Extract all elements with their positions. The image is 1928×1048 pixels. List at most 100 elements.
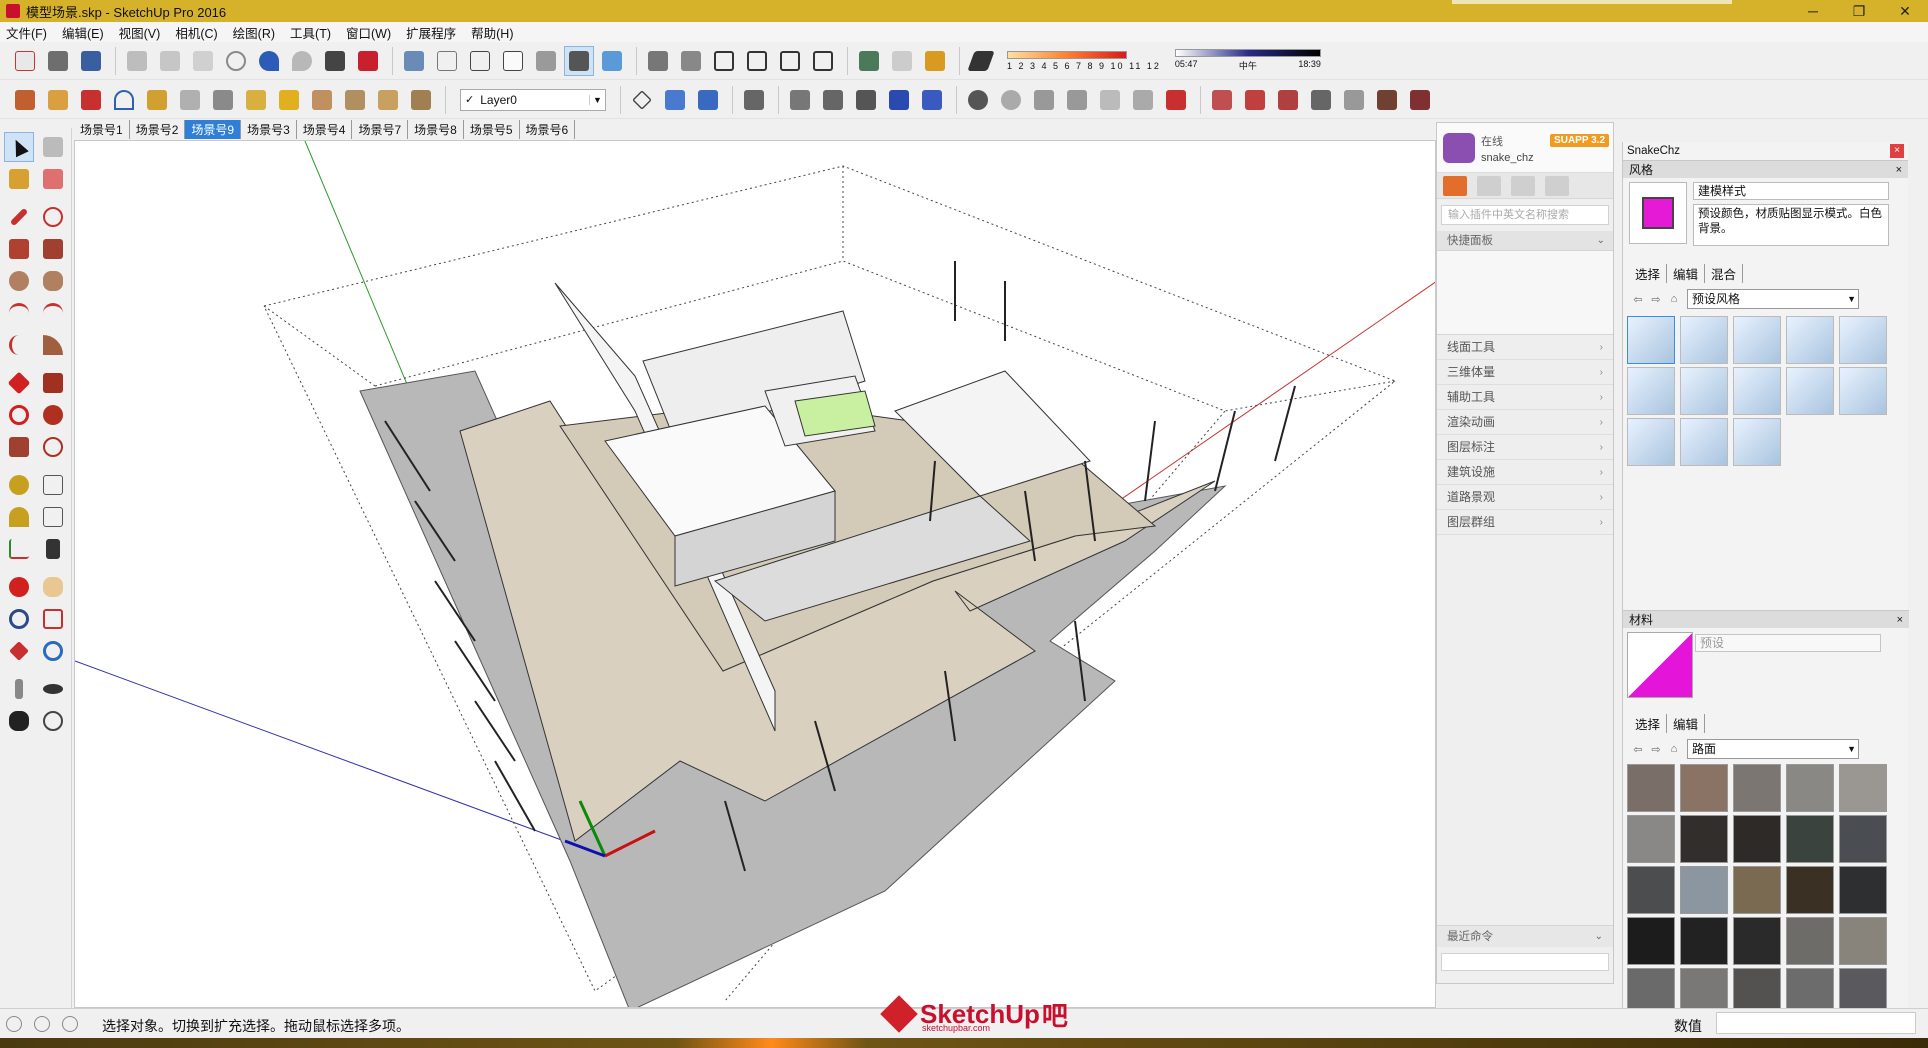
ext-tool-11[interactable] [340, 85, 370, 115]
sandbox-3-button[interactable] [1029, 85, 1059, 115]
shadow-toggle-button[interactable] [966, 46, 996, 76]
ext-tool-16[interactable] [1273, 85, 1303, 115]
xray-button[interactable] [399, 46, 429, 76]
recent-commands[interactable]: 最近命令 ⌄ [1437, 925, 1613, 947]
zoom-window-tool[interactable] [38, 604, 68, 634]
close-icon[interactable]: × [1890, 144, 1904, 158]
measurements-input[interactable] [1716, 1012, 1916, 1034]
style-swatch[interactable] [1839, 316, 1887, 364]
material-swatch[interactable] [1733, 815, 1781, 863]
menu-help[interactable]: 帮助(H) [471, 23, 513, 42]
model-canvas[interactable] [75, 141, 1436, 1008]
plugin-search-input[interactable]: 输入插件中英文名称搜索 [1441, 205, 1609, 225]
tab-styles-select[interactable]: 选择 [1629, 264, 1668, 283]
ext-tool-2[interactable] [43, 85, 73, 115]
paste-button[interactable] [188, 46, 218, 76]
style-description-field[interactable]: 预设颜色，材质贴图显示模式。白色背景。 [1693, 204, 1889, 246]
ext-tool-15[interactable] [1240, 85, 1270, 115]
shadow-month-slider[interactable]: 1 2 3 4 5 6 7 8 9 10 11 12 [1007, 50, 1161, 71]
push-pull-tool[interactable] [38, 368, 68, 398]
move-tool[interactable] [4, 368, 34, 398]
front-view-button[interactable] [709, 46, 739, 76]
dimension-tool[interactable] [38, 470, 68, 500]
get-models-button[interactable] [920, 46, 950, 76]
rectangle-tool[interactable] [4, 234, 34, 264]
freehand-tool[interactable] [38, 202, 68, 232]
close-button[interactable]: ✕ [1882, 0, 1928, 22]
tape-measure-tool[interactable] [4, 470, 34, 500]
ext-tool-6[interactable] [175, 85, 205, 115]
geo-location-icon[interactable] [6, 1016, 22, 1032]
home-icon[interactable] [1443, 175, 1467, 196]
select-tool[interactable] [4, 132, 34, 162]
material-swatch[interactable] [1733, 866, 1781, 914]
material-swatch[interactable] [1839, 815, 1887, 863]
ext-tool-12[interactable] [373, 85, 403, 115]
eraser-tool[interactable] [38, 164, 68, 194]
sandbox-7-button[interactable] [1161, 85, 1191, 115]
tab-scene-4[interactable]: 场景号4 [297, 119, 353, 139]
category-3d-mass[interactable]: 三维体量 › [1437, 360, 1613, 385]
position-camera-tool[interactable] [4, 674, 34, 704]
material-swatch[interactable] [1627, 917, 1675, 965]
menu-extensions[interactable]: 扩展程序 [406, 23, 456, 42]
wireframe-button[interactable] [465, 46, 495, 76]
material-swatch[interactable] [1680, 764, 1728, 812]
pan-tool[interactable] [38, 572, 68, 602]
tab-scene-8[interactable]: 场景号8 [408, 119, 464, 139]
material-swatch[interactable] [1733, 764, 1781, 812]
display-section-cuts-button[interactable] [693, 85, 723, 115]
polygon-tool[interactable] [38, 266, 68, 296]
forward-arrow-icon[interactable]: ⇨ [1647, 293, 1665, 306]
style-swatch[interactable] [1786, 316, 1834, 364]
menu-camera[interactable]: 相机(C) [175, 23, 217, 42]
sandbox-1-button[interactable] [963, 85, 993, 115]
monochrome-button[interactable] [597, 46, 627, 76]
tab-scene-7[interactable]: 场景号7 [352, 119, 409, 139]
ext-tool-17[interactable] [1306, 85, 1336, 115]
menu-window[interactable]: 窗口(W) [346, 23, 391, 42]
category-render-animation[interactable]: 渲染动画 › [1437, 410, 1613, 435]
style-swatch[interactable] [1627, 367, 1675, 415]
look-around-tool[interactable] [38, 674, 68, 704]
back-arrow-icon[interactable]: ⇦ [1629, 743, 1647, 756]
cut-button[interactable] [122, 46, 152, 76]
material-swatch[interactable] [1627, 866, 1675, 914]
style-name-field[interactable]: 建模样式 [1693, 182, 1889, 200]
style-swatch[interactable] [1680, 316, 1728, 364]
make-component-tool[interactable] [38, 132, 68, 162]
tab-scene-2[interactable]: 场景号2 [130, 119, 186, 139]
style-swatch[interactable] [1733, 418, 1781, 466]
minimize-button[interactable]: ─ [1790, 0, 1836, 22]
pie-tool[interactable] [38, 330, 68, 360]
category-helper-tools[interactable]: 辅助工具 › [1437, 385, 1613, 410]
style-swatch[interactable] [1839, 367, 1887, 415]
ext-tool-13[interactable] [406, 85, 436, 115]
scale-tool[interactable] [4, 432, 34, 462]
style-swatch[interactable] [1680, 418, 1728, 466]
ext-tool-1[interactable] [10, 85, 40, 115]
three-point-arc-tool[interactable] [4, 330, 34, 360]
material-name-field[interactable]: 预设 [1695, 634, 1881, 652]
tab-scene-3[interactable]: 场景号3 [241, 119, 297, 139]
category-road-landscape[interactable]: 道路景观 › [1437, 485, 1613, 510]
ext-tool-3[interactable] [76, 85, 106, 115]
ext-tool-7[interactable] [208, 85, 238, 115]
close-icon[interactable]: × [1897, 611, 1903, 629]
circle-tool[interactable] [4, 266, 34, 296]
axes-tool[interactable] [4, 534, 34, 564]
quick-panel-header[interactable]: 快捷面板 ⌄ [1437, 231, 1613, 251]
ext-tool-18[interactable] [1339, 85, 1369, 115]
layer-dropdown[interactable]: ✓ Layer0 ▼ [460, 88, 606, 111]
material-swatch[interactable] [1680, 917, 1728, 965]
zoom-tool[interactable] [4, 604, 34, 634]
styles-collection-dropdown[interactable]: 预设风格 ▼ [1687, 289, 1859, 309]
menu-view[interactable]: 视图(V) [119, 23, 161, 42]
credits-icon[interactable] [34, 1016, 50, 1032]
ext-tool-14[interactable] [1207, 85, 1237, 115]
solid-outer-shell-button[interactable] [785, 85, 815, 115]
material-swatch[interactable] [1627, 815, 1675, 863]
style-swatch[interactable] [1786, 367, 1834, 415]
menu-file[interactable]: 文件(F) [6, 23, 47, 42]
category-line-tools[interactable]: 线面工具 › [1437, 335, 1613, 360]
